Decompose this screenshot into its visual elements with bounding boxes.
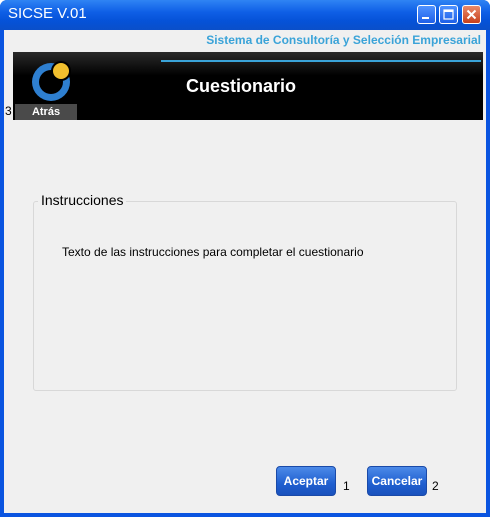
- cancel-shortcut-label: 2: [432, 479, 439, 493]
- close-icon: [466, 9, 477, 20]
- window-content: Sistema de Consultoría y Selección Empre…: [4, 30, 486, 513]
- back-shortcut-label: 3: [5, 104, 12, 118]
- back-button[interactable]: Atrás: [15, 104, 77, 120]
- minimize-button[interactable]: [417, 5, 436, 24]
- close-button[interactable]: [462, 5, 481, 24]
- instructions-group: Instrucciones Texto de las instrucciones…: [33, 192, 457, 391]
- instructions-text: Texto de las instrucciones para completa…: [62, 245, 364, 259]
- logo-icon: [32, 61, 71, 101]
- header-banner: Cuestionario Atrás: [13, 52, 483, 120]
- maximize-icon: [443, 9, 454, 20]
- minimize-icon: [422, 17, 429, 19]
- title-bar[interactable]: SICSE V.01: [0, 0, 490, 30]
- accept-shortcut-label: 1: [343, 479, 350, 493]
- accept-button[interactable]: Aceptar: [276, 466, 336, 496]
- instructions-title: Instrucciones: [38, 192, 127, 208]
- maximize-button[interactable]: [439, 5, 458, 24]
- window-title: SICSE V.01: [8, 5, 87, 22]
- banner-accent-line: [161, 60, 481, 62]
- cancel-button[interactable]: Cancelar: [367, 466, 427, 496]
- app-window: SICSE V.01 Sistema de Consultoría y Sele…: [0, 0, 490, 517]
- app-tagline: Sistema de Consultoría y Selección Empre…: [206, 33, 481, 47]
- page-title: Cuestionario: [186, 76, 297, 96]
